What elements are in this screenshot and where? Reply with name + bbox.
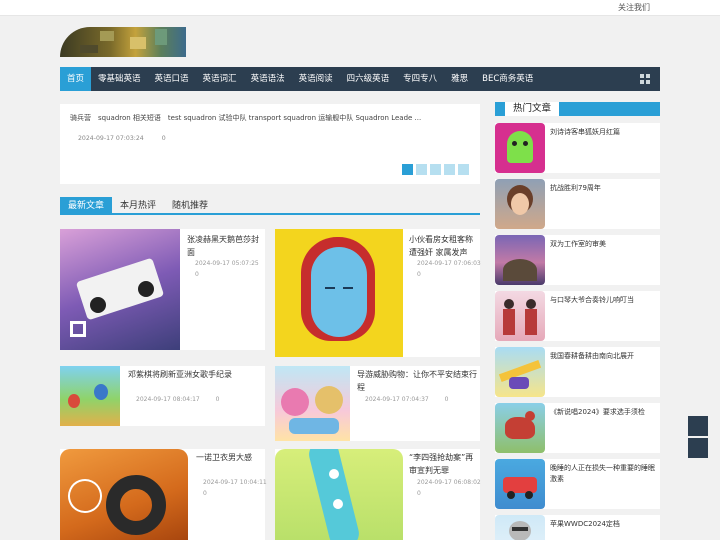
article-count: 0 — [215, 396, 220, 403]
article-date: 2024-09-17 08:04:17 — [136, 396, 200, 403]
hot-article-title[interactable]: 双为工作室的审美 — [550, 239, 656, 250]
nav-item-reading[interactable]: 英语阅读 — [292, 67, 340, 91]
article-count: 0 — [417, 271, 421, 278]
tab-random[interactable]: 随机推荐 — [164, 197, 216, 213]
hot-article-item[interactable]: 与口琴大爷合奏铃儿响叮当 — [495, 291, 660, 341]
nav-item-beginner-english[interactable]: 零基础英语 — [91, 67, 148, 91]
main-nav: 首页 零基础英语 英语口语 英语词汇 英语语法 英语阅读 四六级英语 专四专八 … — [60, 67, 660, 91]
nav-item-bec[interactable]: BEC商务英语 — [475, 67, 540, 91]
article-count: 0 — [444, 396, 449, 403]
hot-article-title[interactable]: 刘诗诗客串狐妖月红篇 — [550, 127, 656, 138]
article-thumbnail[interactable] — [275, 229, 403, 357]
slider-date: 2024-09-17 07:03:24 — [78, 135, 144, 142]
article-tabs: 最新文章 本月热评 随机推荐 — [60, 197, 480, 215]
article-card[interactable]: “李四强抢劫案”再审宣判无罪 2024-09-17 06:08:02 0 — [275, 449, 481, 540]
hot-article-thumbnail[interactable] — [495, 235, 545, 285]
hot-article-item[interactable]: 双为工作室的审美 — [495, 235, 660, 285]
article-card[interactable]: 邓紫棋将刷新亚洲女歌手纪录 2024-09-17 08:04:17 0 — [60, 366, 265, 426]
article-title[interactable]: 邓紫棋将刷新亚洲女歌手纪录 — [128, 368, 263, 381]
hot-articles-header: 热门文章 — [495, 102, 660, 116]
nav-item-cet[interactable]: 四六级英语 — [340, 67, 397, 91]
top-bar: 关注我们 — [0, 0, 720, 16]
article-date: 2024-09-17 10:04:11 — [203, 479, 267, 486]
featured-slider: 骑兵营 squadron 相关短语 test squadron 试验中队 tra… — [60, 104, 480, 184]
article-meta: 2024-09-17 10:04:11 0 — [203, 479, 267, 497]
nav-item-vocabulary[interactable]: 英语词汇 — [196, 67, 244, 91]
article-thumbnail[interactable] — [275, 449, 403, 540]
hot-article-title[interactable]: 苹果WWDC2024定档 — [550, 519, 656, 530]
hot-article-title[interactable]: 《新说唱2024》要求选手须检 — [550, 407, 656, 418]
article-thumbnail[interactable] — [60, 449, 188, 540]
hot-article-item[interactable]: 苹果WWDC2024定档 — [495, 515, 660, 540]
hot-article-item[interactable]: 我国春耕备耕由南向北展开 — [495, 347, 660, 397]
article-thumbnail[interactable] — [60, 366, 120, 426]
slider-text[interactable]: 骑兵营 squadron 相关短语 test squadron 试验中队 tra… — [70, 113, 470, 123]
hot-article-thumbnail[interactable] — [495, 403, 545, 453]
hot-article-item[interactable]: 晚睡的人正在损失一种重要的睡眠激素 — [495, 459, 660, 509]
tab-latest[interactable]: 最新文章 — [60, 197, 113, 213]
slider-dot[interactable] — [430, 164, 441, 175]
hot-article-thumbnail[interactable] — [495, 123, 545, 173]
slider-meta: 2024-09-17 07:03:24 0 — [78, 135, 166, 142]
article-card[interactable]: 张凌赫黑天鹅芭莎封面 2024-09-17 05:07:25 0 — [60, 229, 265, 350]
hot-article-thumbnail[interactable] — [495, 291, 545, 341]
article-meta: 2024-09-17 07:06:03 0 — [417, 260, 481, 278]
follow-us-link[interactable]: 关注我们 — [618, 2, 650, 13]
article-meta: 2024-09-17 07:04:37 0 — [365, 396, 448, 403]
article-meta: 2024-09-17 05:07:25 0 — [195, 260, 259, 278]
nav-item-spoken-english[interactable]: 英语口语 — [148, 67, 196, 91]
article-title[interactable]: “李四强抢劫案”再审宣判无罪 — [409, 451, 478, 477]
hot-article-item[interactable]: 抗战胜利79周年 — [495, 179, 660, 229]
article-thumbnail[interactable] — [60, 229, 180, 350]
hot-article-title[interactable]: 晚睡的人正在损失一种重要的睡眠激素 — [550, 463, 656, 485]
back-to-top-button[interactable] — [688, 438, 708, 458]
nav-item-ielts[interactable]: 雅思 — [444, 67, 475, 91]
article-meta: 2024-09-17 08:04:17 0 — [136, 396, 219, 403]
slider-dot[interactable] — [416, 164, 427, 175]
hot-article-thumbnail[interactable] — [495, 179, 545, 229]
hot-article-item[interactable]: 刘诗诗客串狐妖月红篇 — [495, 123, 660, 173]
hot-article-thumbnail[interactable] — [495, 459, 545, 509]
article-title[interactable]: 小伙看房女租客称遭强奸 家属发声 — [409, 233, 477, 259]
hot-articles-title: 热门文章 — [505, 102, 560, 116]
article-title[interactable]: 一诺卫衣男大感 — [196, 451, 263, 464]
article-title[interactable]: 张凌赫黑天鹅芭莎封面 — [187, 233, 263, 259]
tab-monthly-hot[interactable]: 本月热评 — [112, 197, 164, 213]
article-count: 0 — [203, 490, 207, 497]
article-date: 2024-09-17 05:07:25 — [195, 260, 259, 267]
slider-dot[interactable] — [458, 164, 469, 175]
article-count: 0 — [417, 490, 421, 497]
article-meta: 2024-09-17 06:08:02 0 — [417, 479, 481, 497]
float-button[interactable] — [688, 416, 708, 436]
article-thumbnail[interactable] — [275, 366, 350, 441]
hot-article-title[interactable]: 我国春耕备耕由南向北展开 — [550, 351, 656, 362]
article-card[interactable]: 小伙看房女租客称遭强奸 家属发声 2024-09-17 07:06:03 0 — [275, 229, 481, 357]
nav-item-tem[interactable]: 专四专八 — [396, 67, 444, 91]
article-date: 2024-09-17 06:08:02 — [417, 479, 481, 486]
article-card[interactable]: 导游威胁购物：让你不平安结束行程 2024-09-17 07:04:37 0 — [275, 366, 480, 441]
slider-count: 0 — [161, 135, 166, 142]
hot-article-item[interactable]: 《新说唱2024》要求选手须检 — [495, 403, 660, 453]
hot-article-title[interactable]: 与口琴大爷合奏铃儿响叮当 — [550, 295, 656, 306]
article-title[interactable]: 导游威胁购物：让你不平安结束行程 — [357, 368, 477, 394]
hot-article-title[interactable]: 抗战胜利79周年 — [550, 183, 656, 194]
slider-dot[interactable] — [444, 164, 455, 175]
article-date: 2024-09-17 07:06:03 — [417, 260, 481, 267]
slider-dot[interactable] — [402, 164, 413, 175]
site-logo[interactable] — [60, 27, 186, 57]
article-count: 0 — [195, 271, 199, 278]
article-date: 2024-09-17 07:04:37 — [365, 396, 429, 403]
hot-article-thumbnail[interactable] — [495, 515, 545, 540]
nav-item-home[interactable]: 首页 — [60, 67, 92, 91]
grid-icon[interactable] — [640, 74, 650, 84]
nav-item-grammar[interactable]: 英语语法 — [244, 67, 292, 91]
hot-article-thumbnail[interactable] — [495, 347, 545, 397]
article-card[interactable]: 一诺卫衣男大感 2024-09-17 10:04:11 0 — [60, 449, 267, 540]
slider-dots — [402, 164, 469, 175]
